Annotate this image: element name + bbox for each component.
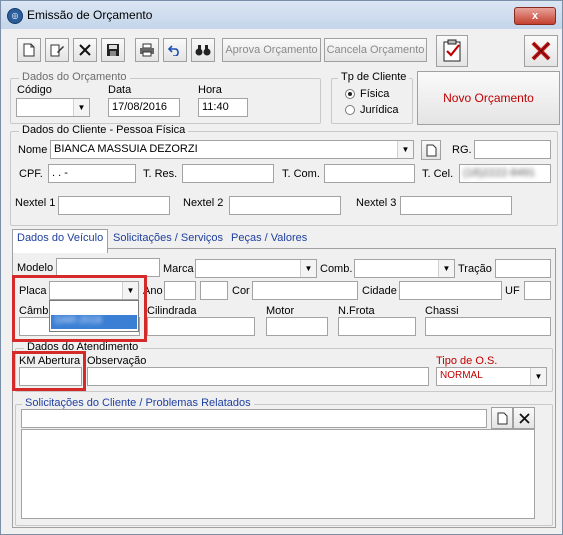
window-title: Emissão de Orçamento — [27, 8, 153, 22]
os-type-select[interactable]: NORMAL ▼ — [436, 367, 547, 386]
cilindrada-field[interactable] — [147, 317, 255, 336]
date-label: Data — [108, 84, 132, 96]
nextel2-field[interactable] — [229, 196, 341, 215]
new-budget-button[interactable]: Novo Orçamento — [417, 71, 560, 125]
comb-select[interactable]: ▼ — [354, 259, 455, 278]
chevron-down-icon: ▼ — [397, 141, 413, 158]
modelo-label: Modelo — [17, 262, 54, 274]
radio-fisica[interactable] — [345, 89, 355, 99]
name-value: BIANCA MASSUIA DEZORZI — [54, 143, 198, 155]
new-client-icon[interactable] — [421, 140, 441, 160]
requests-group-title: Solicitações do Cliente / Problemas Rela… — [22, 397, 254, 409]
requests-list[interactable] — [21, 429, 535, 519]
marca-label: Marca — [163, 263, 194, 275]
date-field[interactable]: 17/08/2016 — [108, 98, 180, 117]
budget-group-title: Dados do Orçamento — [19, 71, 130, 83]
chassi-field[interactable] — [425, 317, 551, 336]
nfrota-field[interactable] — [338, 317, 416, 336]
client-type-group: Tp de Cliente — [331, 71, 413, 124]
radio-juridica[interactable] — [345, 105, 355, 115]
name-select[interactable]: BIANCA MASSUIA DEZORZI ▼ — [50, 140, 414, 159]
time-field[interactable]: 11:40 — [198, 98, 248, 117]
cilindrada-label: Cilindrada — [147, 305, 197, 317]
app-icon: ◎ — [7, 8, 23, 24]
tab-requests-services[interactable]: Solicitações / Serviços — [109, 230, 227, 252]
main-window: ◎ Emissão de Orçamento x Aprova Orçament… — [0, 0, 563, 535]
ano-model-field[interactable] — [200, 281, 228, 300]
km-highlight-box — [12, 351, 86, 391]
comb-label: Comb. — [320, 263, 353, 275]
uf-field[interactable] — [524, 281, 551, 300]
remove-request-icon[interactable] — [513, 407, 535, 429]
nextel1-field[interactable] — [58, 196, 170, 215]
obs-label: Observação — [87, 355, 147, 367]
rg-label: RG. — [452, 144, 472, 156]
tcel-value: (18)2222-8491 — [463, 167, 536, 179]
marca-select[interactable]: ▼ — [195, 259, 317, 278]
nextel1-label: Nextel 1 — [15, 197, 56, 209]
radio-fisica-label: Física — [360, 88, 390, 100]
cancel-budget-button[interactable]: Cancela Orçamento — [324, 38, 427, 62]
nextel3-field[interactable] — [400, 196, 512, 215]
tcom-label: T. Com. — [282, 168, 320, 180]
code-select[interactable]: ▼ — [16, 98, 90, 117]
chevron-down-icon: ▼ — [530, 368, 546, 385]
new-document-icon[interactable] — [17, 38, 41, 62]
tab-parts-values[interactable]: Peças / Valores — [227, 230, 311, 252]
rg-field[interactable] — [474, 140, 551, 159]
add-request-icon[interactable] — [491, 407, 513, 429]
chevron-down-icon: ▼ — [73, 99, 89, 116]
cor-label: Cor — [232, 285, 250, 297]
window-close-button[interactable]: x — [514, 7, 556, 25]
placa-highlight-box — [12, 275, 147, 342]
motor-label: Motor — [266, 305, 295, 317]
radio-juridica-label: Jurídica — [360, 104, 399, 116]
nextel2-label: Nextel 2 — [183, 197, 224, 209]
cpf-field[interactable]: . . - — [48, 164, 136, 183]
tcel-label: T. Cel. — [422, 168, 454, 180]
tracao-label: Tração — [458, 263, 492, 275]
nfrota-label: N.Frota — [338, 305, 375, 317]
chevron-down-icon: ▼ — [438, 260, 454, 277]
tcel-field[interactable]: (18)2222-8491 — [459, 164, 551, 183]
checklist-icon[interactable] — [436, 35, 468, 67]
client-type-title: Tp de Cliente — [338, 71, 410, 83]
ano-field[interactable] — [164, 281, 196, 300]
client-group-title: Dados do Cliente - Pessoa Física — [19, 124, 189, 136]
tab-vehicle-data[interactable]: Dados do Veículo — [12, 229, 109, 253]
edit-icon[interactable] — [45, 38, 69, 62]
title-bar: ◎ Emissão de Orçamento x — [1, 1, 562, 29]
undo-icon[interactable] — [163, 38, 187, 62]
cidade-field[interactable] — [399, 281, 502, 300]
nextel3-label: Nextel 3 — [356, 197, 397, 209]
cpf-label: CPF. — [19, 168, 43, 180]
delete-icon[interactable] — [73, 38, 97, 62]
obs-field[interactable] — [87, 367, 429, 386]
os-type-label: Tipo de O.S. — [436, 355, 498, 367]
exit-icon[interactable] — [524, 35, 558, 67]
save-icon[interactable] — [101, 38, 125, 62]
chevron-down-icon: ▼ — [300, 260, 316, 277]
tracao-field[interactable] — [495, 259, 551, 278]
cidade-label: Cidade — [362, 285, 397, 297]
chassi-label: Chassi — [425, 305, 459, 317]
motor-field[interactable] — [266, 317, 328, 336]
time-label: Hora — [198, 84, 222, 96]
uf-label: UF — [505, 285, 520, 297]
code-label: Código — [17, 84, 52, 96]
print-icon[interactable] — [135, 38, 159, 62]
tres-field[interactable] — [182, 164, 274, 183]
name-label: Nome — [18, 144, 48, 156]
os-type-value: NORMAL — [440, 370, 483, 381]
tcom-field[interactable] — [324, 164, 415, 183]
tres-label: T. Res. — [143, 168, 178, 180]
search-binoculars-icon[interactable] — [191, 38, 215, 62]
cor-field[interactable] — [252, 281, 358, 300]
request-input[interactable] — [21, 409, 487, 428]
approve-budget-button[interactable]: Aprova Orçamento — [222, 38, 321, 62]
